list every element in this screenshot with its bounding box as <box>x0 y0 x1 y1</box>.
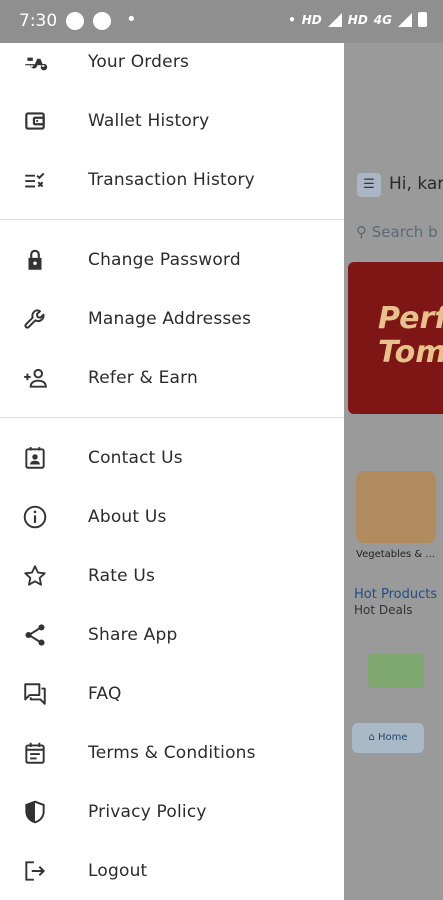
person-add-icon <box>21 364 49 392</box>
signal-icon <box>398 12 412 27</box>
drawer-item-label: Privacy Policy <box>88 801 207 822</box>
dimmed-background-app[interactable]: ☰ Hi, kar ⚲ Search b Perfe Tomato Vegeta… <box>344 43 443 900</box>
star-icon <box>21 562 49 590</box>
category-label: Vegetables & ... <box>356 549 435 560</box>
promo-banner: Perfe Tomato <box>348 262 443 414</box>
signal-icon <box>327 12 342 27</box>
drawer-item-rate-us[interactable]: Rate Us <box>0 546 344 605</box>
wallet-icon <box>21 107 49 135</box>
status-icons: • HD HD 4G <box>288 12 427 27</box>
drawer-item-label: Contact Us <box>88 447 183 468</box>
lock-icon <box>21 246 49 274</box>
search-placeholder: Search b <box>371 223 438 241</box>
drawer-item-terms-conditions[interactable]: Terms & Conditions <box>0 723 344 782</box>
vegetables-image <box>356 471 436 543</box>
section-subtitle: Hot Deals <box>354 603 413 617</box>
home-button: ⌂ Home <box>352 723 424 753</box>
drawer-item-label: Wallet History <box>88 110 210 131</box>
navigation-drawer: Your Orders Wallet History Transaction H… <box>0 43 344 900</box>
network-label: 4G <box>373 12 392 27</box>
drawer-item-change-password[interactable]: Change Password <box>0 230 344 289</box>
drawer-item-refer-earn[interactable]: Refer & Earn <box>0 348 344 407</box>
drawer-item-logout[interactable]: Logout <box>0 841 344 900</box>
drawer-item-transaction-history[interactable]: Transaction History <box>0 150 344 209</box>
drawer-item-label: Change Password <box>88 249 241 270</box>
forum-icon <box>21 680 49 708</box>
dot-icon: • <box>288 12 296 27</box>
drawer-item-manage-addresses[interactable]: Manage Addresses <box>0 289 344 348</box>
drawer-item-label: About Us <box>88 506 167 527</box>
logout-icon <box>21 857 49 885</box>
dot-icon: • <box>126 9 137 30</box>
product-card-image <box>368 654 424 688</box>
hd-label: HD <box>301 12 322 27</box>
drawer-item-contact-us[interactable]: Contact Us <box>0 428 344 487</box>
drawer-item-label: Refer & Earn <box>88 367 199 388</box>
home-icon: ⌂ <box>368 732 375 743</box>
wrench-icon <box>21 305 49 333</box>
facebook-notification-icon <box>93 12 111 30</box>
drawer-item-faq[interactable]: FAQ <box>0 664 344 723</box>
transaction-list-icon <box>21 166 49 194</box>
drawer-item-about-us[interactable]: About Us <box>0 487 344 546</box>
share-icon <box>21 621 49 649</box>
greeting-text: Hi, kar <box>389 174 443 194</box>
scooter-icon <box>21 48 49 76</box>
status-time: 7:30 <box>19 11 58 31</box>
drawer-item-label: Logout <box>88 860 148 881</box>
divider <box>0 417 344 418</box>
drawer-item-label: Transaction History <box>88 169 255 190</box>
drawer-item-label: Share App <box>88 624 178 645</box>
drawer-item-label: FAQ <box>88 683 122 704</box>
info-icon <box>21 503 49 531</box>
menu-icon: ☰ <box>357 173 381 197</box>
drawer-item-privacy-policy[interactable]: Privacy Policy <box>0 782 344 841</box>
battery-icon <box>418 12 427 27</box>
home-label: Home <box>378 732 408 743</box>
calendar-icon <box>21 739 49 767</box>
hd-label: HD <box>347 12 368 27</box>
message-notification-icon <box>66 12 84 30</box>
contact-card-icon <box>21 444 49 472</box>
drawer-item-label: Your Orders <box>88 51 190 72</box>
section-title: Hot Products <box>354 587 438 602</box>
shield-icon <box>21 798 49 826</box>
status-bar: 7:30 • • HD HD 4G <box>0 0 443 43</box>
banner-text: Perfe Tomato <box>378 301 443 370</box>
divider <box>0 219 344 220</box>
drawer-item-wallet-history[interactable]: Wallet History <box>0 91 344 150</box>
drawer-item-share-app[interactable]: Share App <box>0 605 344 664</box>
drawer-item-label: Manage Addresses <box>88 308 252 329</box>
search-field: ⚲ Search b <box>356 223 438 241</box>
drawer-item-label: Rate Us <box>88 565 156 586</box>
drawer-item-label: Terms & Conditions <box>88 742 256 763</box>
search-icon: ⚲ <box>356 223 367 241</box>
